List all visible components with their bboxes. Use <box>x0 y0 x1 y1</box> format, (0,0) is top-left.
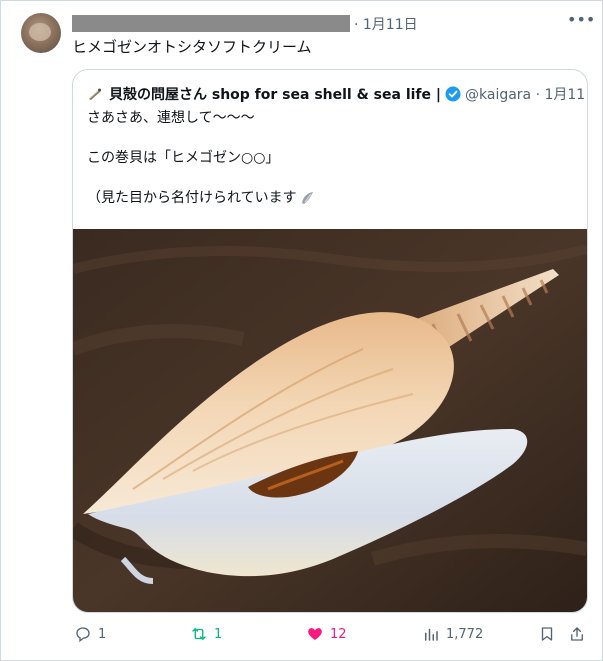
quoted-text-line-3: （見た目から名付けられています <box>87 188 315 208</box>
reply-button[interactable]: 1 <box>74 622 106 646</box>
views-button[interactable]: 1,772 <box>422 622 483 646</box>
view-count: 1,772 <box>446 626 484 642</box>
reply-icon <box>76 627 90 643</box>
repost-count: 1 <box>214 626 223 642</box>
reply-count: 1 <box>98 626 107 642</box>
share-icon <box>571 627 583 641</box>
bookmark-button[interactable] <box>538 622 562 646</box>
bookmark-icon <box>541 627 553 641</box>
share-button[interactable] <box>568 622 592 646</box>
redacted-display-name <box>72 15 350 32</box>
shell-photo[interactable] <box>73 229 587 612</box>
heart-icon <box>308 628 322 640</box>
repost-icon <box>192 628 206 640</box>
like-button[interactable]: 12 <box>306 622 347 646</box>
post-date[interactable]: · 1月11日 <box>354 14 418 34</box>
post-text: ヒメゴゼンオトシタソフトクリーム <box>72 38 312 56</box>
avatar[interactable] <box>21 13 61 53</box>
action-bar: 1 1 12 1,772 <box>0 622 603 648</box>
shell-emoji-icon <box>89 88 101 100</box>
quoted-text-line: この巻貝は「ヒメゴゼン○○」 <box>87 150 280 166</box>
more-icon[interactable]: ••• <box>567 12 595 34</box>
verified-badge-icon <box>445 86 461 102</box>
quoted-text-line: さあさあ、連想して〜〜〜 <box>87 110 255 126</box>
quoted-post[interactable]: 貝殻の問屋さん shop for sea shell & sea life | … <box>72 69 588 613</box>
avatar-photo <box>29 23 51 41</box>
like-count: 12 <box>330 626 347 642</box>
analytics-icon <box>425 628 438 641</box>
quoted-account-name[interactable]: 貝殻の問屋さん shop for sea shell & sea life | <box>109 84 441 104</box>
quoted-text-line: （見た目から名付けられています <box>87 190 297 206</box>
repost-button[interactable]: 1 <box>190 622 222 646</box>
spiral-shell-emoji-icon <box>301 192 313 204</box>
quoted-post-header: 貝殻の問屋さん shop for sea shell & sea life | … <box>87 84 587 104</box>
quoted-handle-date[interactable]: @kaigara · 1月11日 <box>465 84 587 104</box>
